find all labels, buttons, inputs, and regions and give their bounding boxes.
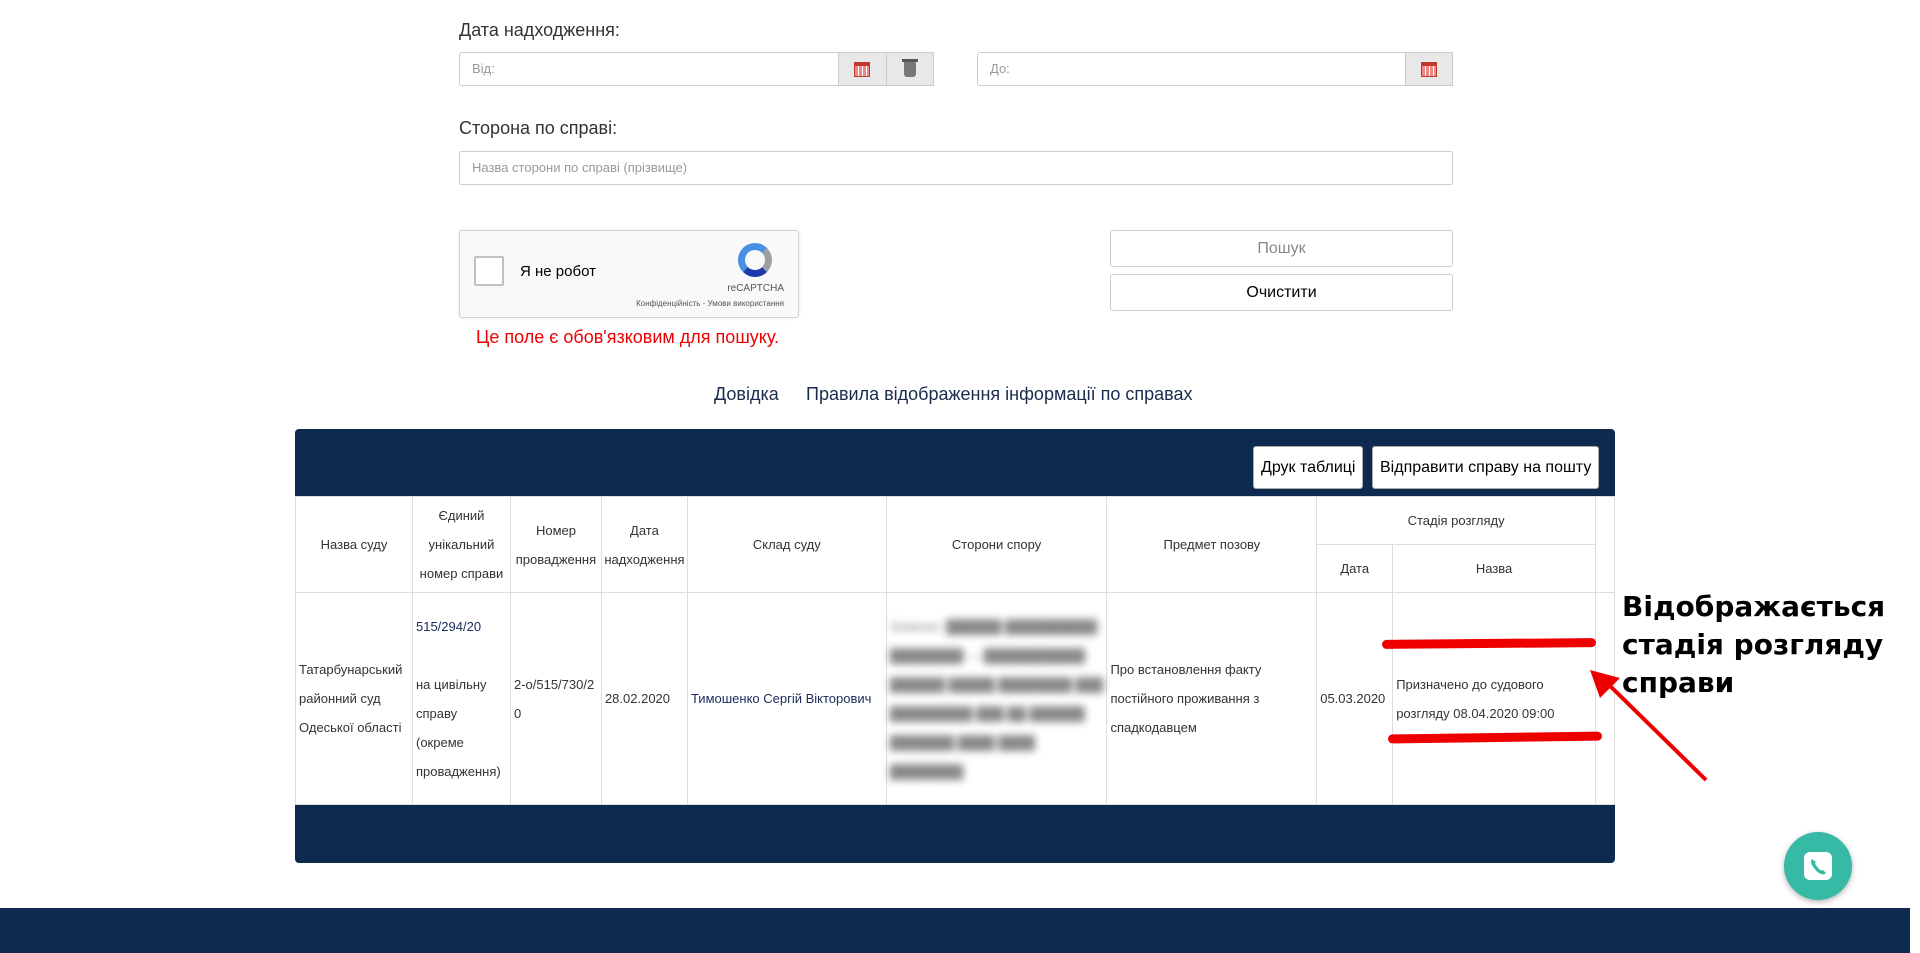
date-from-placeholder: Від: [472, 61, 495, 76]
recaptcha-icon [738, 243, 772, 277]
trash-icon[interactable] [885, 53, 933, 85]
header-extra [1594, 496, 1616, 593]
date-to-calendar-button[interactable] [1405, 52, 1453, 86]
table-row: Татарбунарський районний суд Одеської об… [295, 592, 1616, 805]
header-stage: Стадія розгляду [1316, 496, 1596, 545]
party-placeholder: Назва сторони по справі (прізвище) [472, 160, 688, 175]
calendar-icon[interactable] [839, 61, 886, 77]
cell-stage-date: 05.03.2020 [1316, 592, 1394, 805]
cell-subject: Про встановлення факту постійного прожив… [1106, 592, 1318, 805]
cell-parties: Заявник: ██████ ██████████ ████████ — ██… [885, 592, 1108, 805]
header-date: Дата надходження [600, 496, 688, 593]
recaptcha-terms[interactable]: Конфіденційність - Умови використання [636, 299, 784, 308]
recaptcha-label: Я не робот [520, 263, 596, 280]
cell-proceeding-number: 2-о/515/730/20 [509, 592, 602, 805]
date-to-input[interactable]: До: [977, 52, 1453, 86]
calendar-icon [1421, 61, 1437, 77]
phone-button[interactable] [1784, 832, 1852, 900]
header-court: Назва суду [295, 496, 413, 593]
header-unique-number: Єдиний унікальний номер справи [411, 496, 511, 593]
clear-button[interactable]: Очистити [1110, 274, 1453, 311]
date-to-placeholder: До: [990, 61, 1010, 76]
recaptcha-brand: reCAPTCHA [727, 283, 784, 294]
print-table-button[interactable]: Друк таблиці [1253, 446, 1364, 489]
cell-judges: Тимошенко Сергій Вікторович [686, 592, 887, 805]
date-label: Дата надходження: [459, 20, 620, 40]
header-stage-date: Дата [1316, 544, 1394, 593]
header-subject: Предмет позову [1106, 496, 1318, 593]
party-input[interactable]: Назва сторони по справі (прізвище) [459, 151, 1453, 185]
cell-unique-number: 515/294/20 на цивільну справу (окреме пр… [411, 592, 511, 805]
captcha-error: Це поле є обов'язковим для пошуку. [476, 327, 780, 347]
search-button[interactable]: Пошук [1110, 230, 1453, 267]
cases-table: Назва суду Єдиний унікальний номер справ… [295, 496, 1616, 805]
header-stage-name: Назва [1392, 544, 1596, 593]
highlight-line-top [1381, 638, 1597, 649]
phone-icon [1804, 852, 1832, 880]
date-from-input[interactable]: Від: [459, 52, 934, 86]
footer [0, 908, 1910, 953]
rules-link[interactable]: Правила відображення інформації по справ… [806, 384, 1193, 405]
help-link[interactable]: Довідка [714, 384, 779, 405]
unique-number-link[interactable]: 515/294/20 [416, 612, 507, 641]
recaptcha-widget: Я не робот reCAPTCHA Конфіденційність - … [459, 230, 799, 318]
party-label: Сторона по справі: [459, 118, 618, 138]
header-proceeding-number: Номер провадження [509, 496, 602, 593]
cell-stage-name: Призначено до судового розгляду 08.04.20… [1392, 592, 1596, 805]
header-judges: Склад суду [686, 496, 887, 593]
send-case-button[interactable]: Відправити справу на пошту [1372, 446, 1600, 489]
header-parties: Сторони спору [885, 496, 1108, 593]
cell-date: 28.02.2020 [600, 592, 688, 805]
unique-number-desc: на цивільну справу (окреме провадження) [415, 676, 501, 779]
date-from-calendar-button[interactable] [838, 52, 934, 86]
recaptcha-checkbox[interactable] [474, 256, 504, 286]
annotation-text: Відображається стадія розгляду справи [1622, 590, 1886, 699]
cell-court: Татарбунарський районний суд Одеської об… [295, 592, 413, 805]
